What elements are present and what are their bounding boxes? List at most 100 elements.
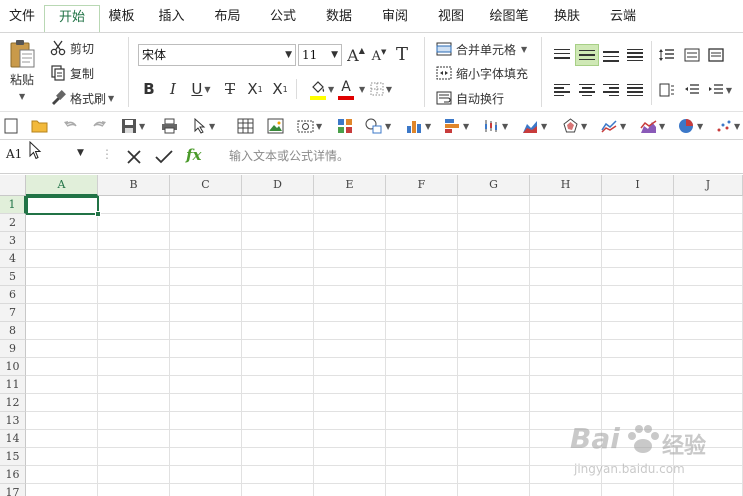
cut-button[interactable]: 剪切 bbox=[50, 39, 94, 57]
row-header[interactable]: 10 bbox=[0, 358, 26, 376]
grid-cell[interactable] bbox=[98, 196, 170, 214]
line-chart-button[interactable]: ▼ bbox=[601, 117, 626, 135]
grid-cell[interactable] bbox=[314, 412, 386, 430]
grid-cell[interactable] bbox=[314, 268, 386, 286]
grid-cell[interactable] bbox=[26, 268, 98, 286]
grid-cell[interactable] bbox=[602, 286, 674, 304]
grid-cell[interactable] bbox=[314, 448, 386, 466]
pie-chart-caret[interactable]: ▼ bbox=[697, 122, 703, 131]
column-chart-caret[interactable]: ▼ bbox=[425, 122, 431, 131]
grid-cell[interactable] bbox=[242, 322, 314, 340]
row-header[interactable]: 14 bbox=[0, 430, 26, 448]
screenshot-button[interactable]: ▼ bbox=[297, 117, 322, 135]
tab-formulas[interactable]: 公式 bbox=[255, 5, 311, 33]
grid-cell[interactable] bbox=[98, 358, 170, 376]
grid-cell[interactable] bbox=[530, 268, 602, 286]
bar-chart-button[interactable]: ▼ bbox=[444, 117, 469, 135]
grid-cell[interactable] bbox=[602, 376, 674, 394]
grid-cell[interactable] bbox=[530, 322, 602, 340]
tab-insert[interactable]: 插入 bbox=[143, 5, 200, 33]
smartart-button[interactable] bbox=[337, 117, 353, 135]
tab-data[interactable]: 数据 bbox=[311, 5, 367, 33]
copy-button[interactable]: 复制 bbox=[50, 64, 94, 82]
grid-cell[interactable] bbox=[98, 430, 170, 448]
formula-input[interactable]: 输入文本或公式详情。 bbox=[229, 147, 349, 164]
row-header[interactable]: 12 bbox=[0, 394, 26, 412]
strikethrough-button[interactable]: T bbox=[221, 79, 239, 99]
grid-cell[interactable] bbox=[458, 322, 530, 340]
grid-cell[interactable] bbox=[602, 250, 674, 268]
row-header[interactable]: 5 bbox=[0, 268, 26, 286]
grid-cell[interactable] bbox=[458, 286, 530, 304]
area-chart-caret[interactable]: ▼ bbox=[541, 122, 547, 131]
tab-drawing-pen[interactable]: 绘图笔 bbox=[479, 5, 539, 33]
grid-cell[interactable] bbox=[242, 394, 314, 412]
grid-cell[interactable] bbox=[98, 448, 170, 466]
grid-cell[interactable] bbox=[386, 412, 458, 430]
grid-cell[interactable] bbox=[242, 250, 314, 268]
grid-cell[interactable] bbox=[674, 376, 743, 394]
grid-cell[interactable] bbox=[26, 322, 98, 340]
grid-cell[interactable] bbox=[314, 250, 386, 268]
grid-cell[interactable] bbox=[170, 484, 242, 496]
grid-cell[interactable] bbox=[26, 448, 98, 466]
line-chart-caret[interactable]: ▼ bbox=[620, 122, 626, 131]
redo-button[interactable] bbox=[92, 117, 108, 135]
grid-cell[interactable] bbox=[314, 214, 386, 232]
grid-cell[interactable] bbox=[98, 484, 170, 496]
column-header[interactable]: H bbox=[530, 175, 602, 196]
italic-button[interactable]: I bbox=[164, 79, 182, 99]
bar-chart-caret[interactable]: ▼ bbox=[463, 122, 469, 131]
grid-cell[interactable] bbox=[386, 376, 458, 394]
grid-cell[interactable] bbox=[530, 214, 602, 232]
grid-cell[interactable] bbox=[314, 466, 386, 484]
indent-caret[interactable]: ▼ bbox=[726, 86, 732, 95]
grid-cell[interactable] bbox=[530, 250, 602, 268]
column-header[interactable]: F bbox=[386, 175, 458, 196]
shapes-button[interactable]: ▼ bbox=[365, 117, 391, 135]
column-header[interactable]: J bbox=[674, 175, 743, 196]
grid-cell[interactable] bbox=[458, 268, 530, 286]
grid-cell[interactable] bbox=[530, 196, 602, 214]
grid-cell[interactable] bbox=[674, 340, 743, 358]
grid-cell[interactable] bbox=[530, 286, 602, 304]
grid-cell[interactable] bbox=[314, 484, 386, 496]
column-chart-button[interactable]: ▼ bbox=[406, 117, 431, 135]
grid-cell[interactable] bbox=[98, 466, 170, 484]
picture-button[interactable] bbox=[267, 117, 284, 135]
undo-button[interactable] bbox=[62, 117, 78, 135]
grid-cell[interactable] bbox=[674, 322, 743, 340]
radar-chart-caret[interactable]: ▼ bbox=[581, 122, 587, 131]
screenshot-caret[interactable]: ▼ bbox=[316, 122, 322, 131]
grid-cell[interactable] bbox=[170, 322, 242, 340]
grid-cell[interactable] bbox=[386, 394, 458, 412]
grid-cell[interactable] bbox=[26, 304, 98, 322]
tab-file[interactable]: 文件 bbox=[0, 5, 44, 33]
grid-cell[interactable] bbox=[602, 304, 674, 322]
grid-cell[interactable] bbox=[242, 304, 314, 322]
grid-cell[interactable] bbox=[386, 340, 458, 358]
column-header[interactable]: B bbox=[98, 175, 170, 196]
grid-cell[interactable] bbox=[170, 376, 242, 394]
row-header[interactable]: 6 bbox=[0, 286, 26, 304]
grid-cell[interactable] bbox=[458, 304, 530, 322]
grid-cell[interactable] bbox=[674, 394, 743, 412]
grid-cell[interactable] bbox=[674, 250, 743, 268]
grid-cell[interactable] bbox=[530, 394, 602, 412]
merge-cells-caret[interactable]: ▼ bbox=[521, 45, 527, 54]
wrap-text-button[interactable]: 自动换行 bbox=[436, 88, 504, 108]
grid-cell[interactable] bbox=[458, 196, 530, 214]
row-header[interactable]: 7 bbox=[0, 304, 26, 322]
grid-cell[interactable] bbox=[242, 196, 314, 214]
grid-cell[interactable] bbox=[242, 376, 314, 394]
radar-chart-button[interactable]: ▼ bbox=[562, 117, 587, 135]
save-caret[interactable]: ▼ bbox=[139, 122, 145, 131]
borders-button[interactable]: ▼ bbox=[369, 79, 393, 99]
print-button[interactable] bbox=[161, 117, 178, 135]
increase-indent-button[interactable]: ▼ bbox=[705, 79, 735, 101]
grid-cell[interactable] bbox=[242, 484, 314, 496]
grid-cell[interactable] bbox=[674, 214, 743, 232]
shrink-to-fit-button[interactable]: 缩小字体填充 bbox=[436, 63, 528, 83]
new-file-button[interactable] bbox=[4, 117, 19, 135]
align-center-button[interactable] bbox=[576, 79, 598, 101]
